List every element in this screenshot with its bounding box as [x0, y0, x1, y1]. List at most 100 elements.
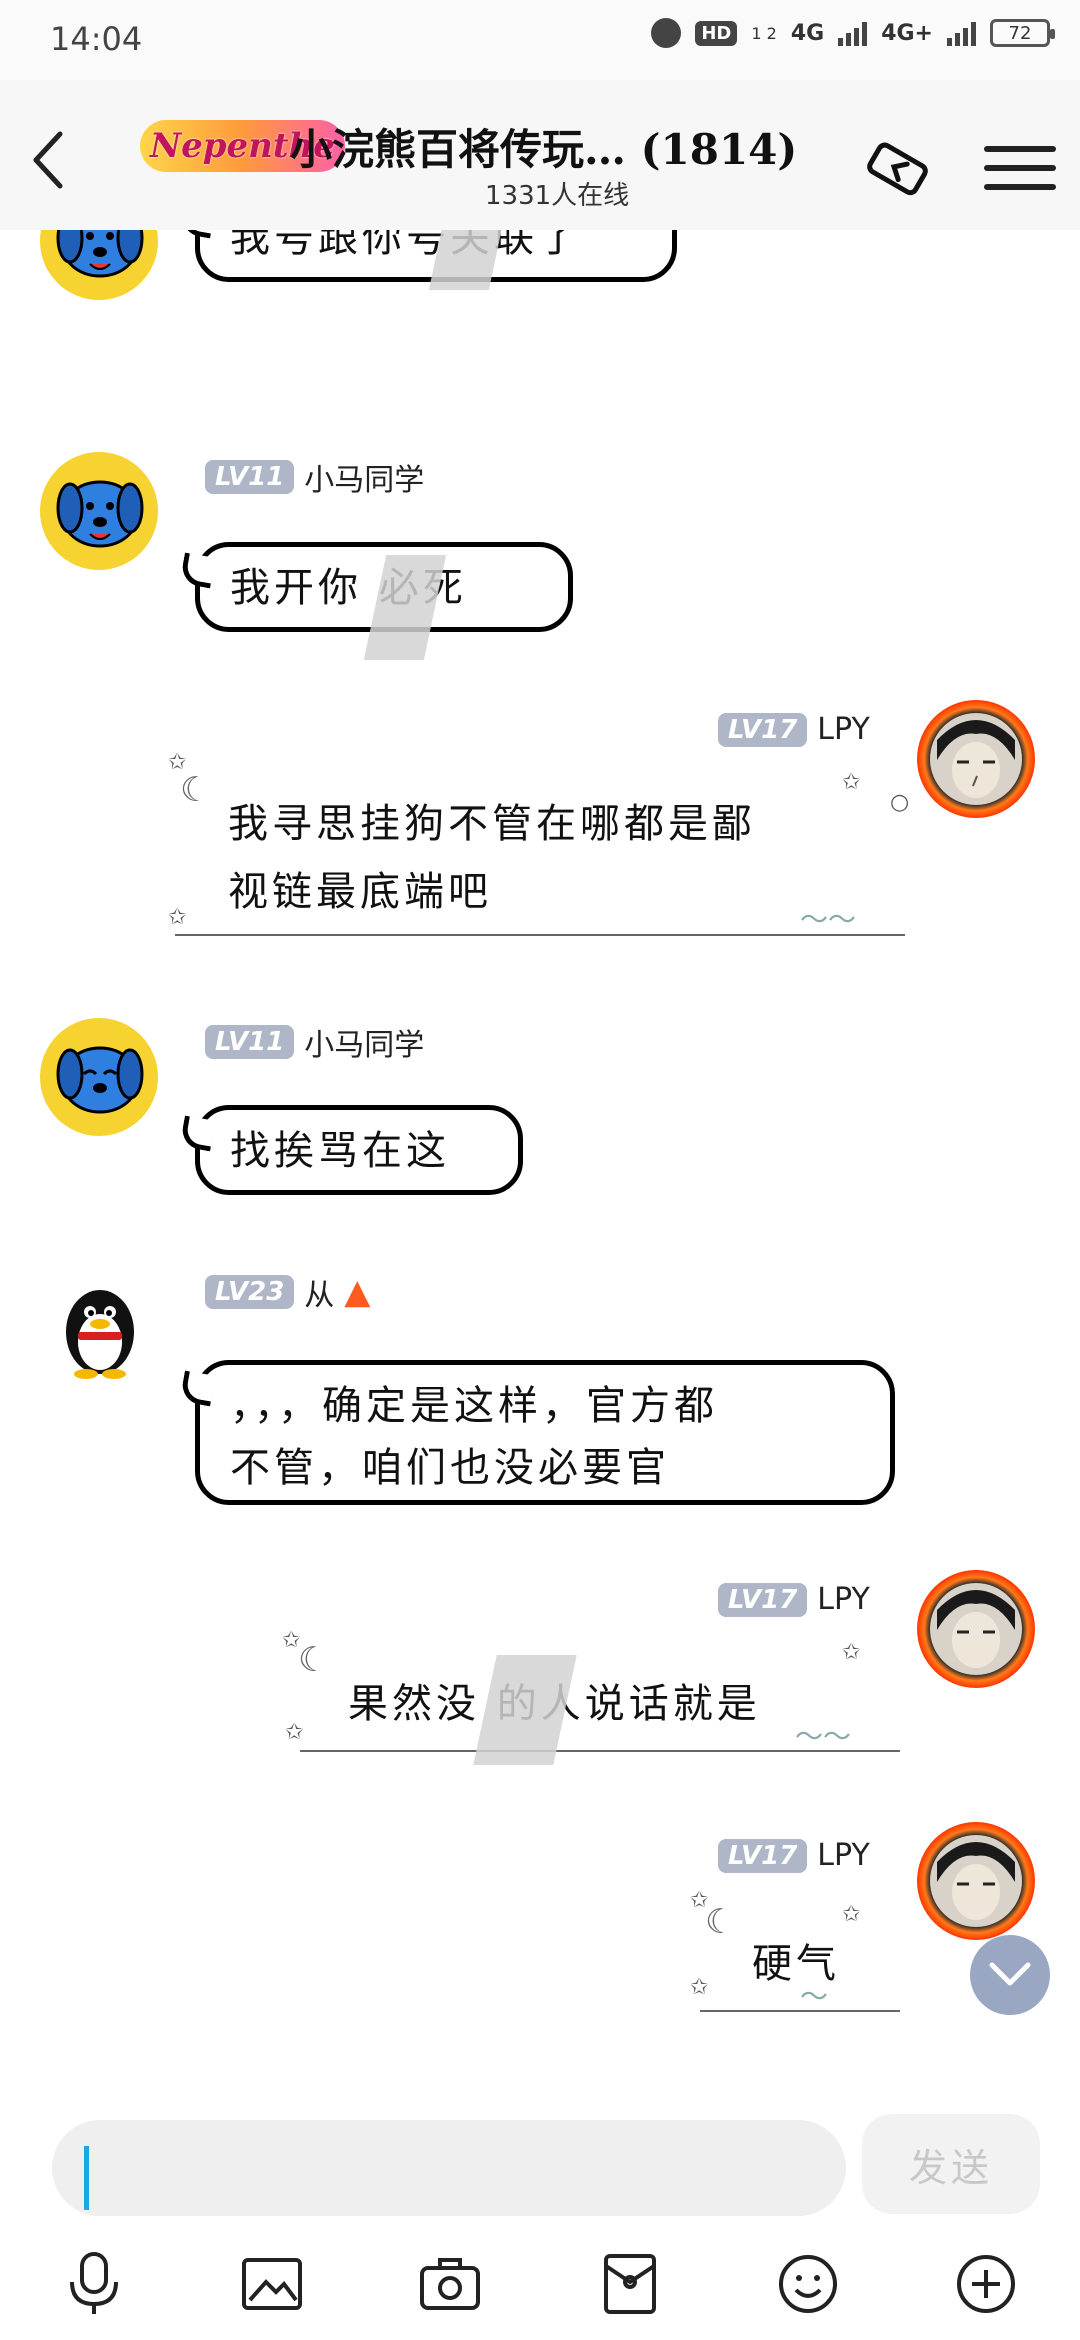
message-bubble[interactable]: 我寻思挂狗不管在哪都是鄙 视链最底端吧	[228, 790, 868, 926]
camera-button[interactable]	[414, 2248, 486, 2320]
decoration-line	[175, 934, 905, 936]
status-icons: HD 1 2 4G 4G+ 72	[651, 18, 1055, 48]
emoji-icon	[779, 2255, 837, 2313]
red-packet-icon	[604, 2254, 656, 2314]
star-decoration-icon: ✩	[168, 905, 187, 930]
battery-level: 72	[1008, 22, 1032, 44]
message-meta: LV11 小马同学	[205, 455, 424, 499]
alarm-icon	[651, 18, 682, 48]
star-decoration-icon: ✩	[690, 1975, 709, 2000]
message-text: 找挨骂在这	[230, 1128, 450, 1174]
level-badge: LV11	[205, 1025, 295, 1059]
menu-icon-line	[984, 184, 1056, 190]
message-input[interactable]	[52, 2120, 846, 2216]
message-meta: LV23 从 ▲	[205, 1270, 370, 1314]
wave-decoration-icon: 〜	[800, 1980, 829, 2013]
message-text-line: 视链最底端吧	[228, 869, 492, 915]
status-time: 14:04	[50, 20, 143, 58]
image-icon	[242, 2258, 302, 2310]
message-bubble[interactable]: 找挨骂在这	[195, 1105, 523, 1195]
message-text-line: 我寻思挂狗不管在哪都是鄙	[228, 801, 756, 847]
text-cursor	[84, 2146, 89, 2210]
wave-decoration-icon: 〜〜	[800, 903, 857, 936]
level-badge: LV23	[205, 1275, 295, 1309]
signal-icon	[838, 20, 868, 46]
microphone-icon	[70, 2252, 118, 2314]
level-badge: LV17	[718, 1838, 808, 1873]
sender-name[interactable]: LPY	[817, 1582, 869, 1617]
send-button[interactable]: 发送	[862, 2114, 1040, 2214]
sender-name[interactable]: 从	[304, 1270, 334, 1314]
voice-button[interactable]	[58, 2248, 130, 2320]
plus-icon	[957, 2255, 1015, 2313]
level-badge: LV17	[718, 712, 808, 747]
menu-icon	[984, 146, 1056, 152]
star-decoration-icon: ✩	[842, 1640, 861, 1665]
chat-list[interactable]: 我号跟你号关联了 LV11 小马同学 我开你 必死 LV17 LPY 我寻思挂狗…	[0, 230, 1080, 2110]
menu-button[interactable]	[984, 132, 1056, 204]
chat-header: Nepenthe 小浣熊百将传玩… (1814) 1331人在线	[0, 80, 1080, 230]
moon-decoration-icon: ☾	[180, 770, 211, 810]
sender-name[interactable]: LPY	[817, 712, 869, 747]
message-bubble[interactable]: 果然没 的人说话就是	[348, 1670, 868, 1738]
image-button[interactable]	[236, 2248, 308, 2320]
camera-icon	[420, 2258, 480, 2310]
message-meta: LV17 LPY	[718, 1838, 870, 1873]
message-text-line: 不管，咱们也没必要官	[230, 1445, 670, 1491]
star-decoration-icon: ○	[890, 790, 910, 815]
dog-avatar-icon	[56, 230, 144, 278]
penguin-avatar-icon	[66, 1290, 134, 1379]
share-button[interactable]	[858, 128, 938, 208]
star-decoration-icon: ✩	[842, 770, 861, 795]
network-4g-plus: 4G+	[881, 20, 933, 46]
signal-icon-2	[947, 20, 976, 46]
message-text: 我号跟你号关联了	[230, 230, 582, 261]
moon-decoration-icon: ☾	[705, 1902, 736, 1942]
back-button[interactable]	[18, 120, 78, 200]
online-count: 1331人在线	[485, 181, 630, 211]
scroll-to-bottom-button[interactable]	[970, 1935, 1050, 2015]
tag-share-icon	[867, 142, 928, 196]
message-meta: LV11 小马同学	[205, 1020, 424, 1064]
dog-avatar-icon	[56, 1046, 144, 1114]
star-decoration-icon: ✩	[168, 750, 187, 775]
avatar[interactable]	[40, 1270, 158, 1388]
star-decoration-icon: ✩	[690, 1888, 709, 1913]
more-button[interactable]	[950, 2248, 1022, 2320]
status-bar: 14:04 HD 1 2 4G 4G+ 72	[0, 0, 1080, 80]
red-packet-button[interactable]	[594, 2248, 666, 2320]
group-title[interactable]: 小浣熊百将传玩… (1814)	[290, 116, 797, 177]
avatar[interactable]	[40, 230, 158, 300]
sender-name[interactable]: 小马同学	[304, 1020, 424, 1064]
star-decoration-icon: ✩	[842, 1902, 861, 1927]
chevron-down-icon	[989, 1962, 1031, 1986]
star-decoration-icon: ✩	[285, 1720, 304, 1745]
dog-avatar-icon	[56, 480, 144, 548]
level-badge: LV17	[718, 1582, 808, 1617]
portrait-avatar-icon	[930, 1835, 1022, 1927]
message-text-line: ，，，确定是这样，官方都	[230, 1383, 718, 1429]
fire-icon: ▲	[344, 1272, 371, 1312]
chevron-left-icon	[33, 131, 63, 189]
portrait-avatar-icon	[930, 713, 1022, 805]
avatar[interactable]	[917, 1570, 1035, 1688]
level-badge: LV11	[205, 460, 295, 494]
hd-badge: HD	[695, 20, 738, 46]
message-meta: LV17 LPY	[718, 1582, 870, 1617]
avatar[interactable]	[917, 700, 1035, 818]
message-bubble[interactable]: ，，，确定是这样，官方都 不管，咱们也没必要官	[195, 1360, 895, 1505]
battery-icon: 72	[990, 19, 1055, 47]
sim-indicator: 1 2	[751, 23, 777, 43]
wave-decoration-icon: 〜〜	[795, 1720, 852, 1753]
avatar[interactable]	[40, 452, 158, 570]
sender-name[interactable]: 小马同学	[304, 455, 424, 499]
portrait-avatar-icon	[930, 1583, 1022, 1675]
avatar[interactable]	[917, 1822, 1035, 1940]
sender-name[interactable]: LPY	[817, 1838, 869, 1873]
avatar[interactable]	[40, 1018, 158, 1136]
input-bar: 发送	[0, 2110, 1080, 2230]
emoji-button[interactable]	[772, 2248, 844, 2320]
star-decoration-icon: ✩	[282, 1628, 301, 1653]
network-4g: 4G	[790, 20, 825, 46]
bottom-toolbar	[0, 2230, 1080, 2340]
